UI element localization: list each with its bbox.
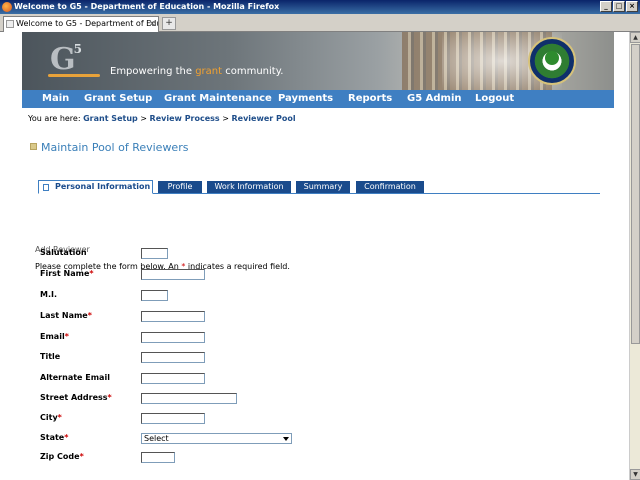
salutation-label: Salutation [40,248,87,257]
department-seal-icon [528,37,576,85]
salutation-input[interactable] [141,248,168,259]
breadcrumb-review-process[interactable]: Review Process [150,114,220,123]
minimize-button[interactable]: _ [600,1,612,12]
tab-profile[interactable]: Profile [158,181,202,193]
state-select-value: Select [144,434,169,443]
zip-code-label-text: Zip Code [40,452,80,461]
tab-work-information[interactable]: Work Information [207,181,291,193]
first-name-label-text: First Name [40,269,90,278]
g5-logo[interactable]: G5 [50,42,82,77]
title-input[interactable] [141,352,205,363]
browser-tab-label: Welcome to G5 - Department of Edu... [16,19,159,28]
email-label: Email* [40,332,69,341]
zip-code-required: * [79,452,84,461]
firefox-icon [2,2,12,12]
browser-tab[interactable]: Welcome to G5 - Department of Edu... × [3,16,159,32]
nav-payments[interactable]: Payments [278,90,333,108]
alternate-email-label: Alternate Email [40,373,110,382]
new-tab-button[interactable]: + [162,17,176,30]
street-address-label: Street Address* [40,393,112,402]
tab-summary[interactable]: Summary [296,181,350,193]
tagline-accent: grant [195,66,223,77]
scrollbar-thumb[interactable] [631,44,640,344]
street-address-required: * [107,393,112,402]
tab-personal-information-label: Personal Information [55,182,151,191]
city-label: City* [40,413,62,422]
site-banner: G5 Empowering the grant community. [22,32,614,90]
salutation-label-text: Salutation [40,248,87,257]
title-bullet-icon [30,143,37,150]
street-address-label-text: Street Address [40,393,108,402]
city-input[interactable] [141,413,205,424]
tagline-pre: Empowering the [110,66,196,77]
first-name-label: First Name* [40,269,94,278]
state-label: State* [40,433,68,442]
last-name-input[interactable] [141,311,205,322]
city-required: * [57,413,62,422]
scroll-down-icon[interactable]: ▼ [630,469,640,480]
dropdown-caret-icon [283,437,289,441]
state-select[interactable]: Select [141,433,292,444]
maximize-button[interactable]: □ [613,1,625,12]
seal-tree-icon [545,51,559,65]
last-name-label: Last Name* [40,311,92,320]
title-label: Title [40,352,60,361]
g5-swoosh-icon [48,74,100,77]
banner-tagline: Empowering the grant community. [110,66,283,77]
breadcrumb-separator: > [137,114,150,123]
browser-tab-strip: Welcome to G5 - Department of Edu... × + [0,14,640,32]
nav-logout[interactable]: Logout [475,90,514,108]
tab-confirmation[interactable]: Confirmation [356,181,424,193]
title-label-text: Title [40,352,61,361]
zip-code-label: Zip Code* [40,452,84,461]
g5-logo-sup: 5 [73,42,82,56]
main-nav: Main Grant Setup Grant Maintenance Payme… [22,90,614,108]
last-name-label-text: Last Name [40,311,88,320]
mi-label-text: M.I. [40,290,58,299]
tab-close-icon[interactable]: × [148,17,156,31]
page-title: Maintain Pool of Reviewers [41,141,189,154]
nav-grant-maintenance[interactable]: Grant Maintenance [164,90,272,108]
state-required: * [64,433,69,442]
nav-grant-setup[interactable]: Grant Setup [84,90,152,108]
nav-main[interactable]: Main [42,90,69,108]
alternate-email-input[interactable] [141,373,205,384]
breadcrumb-prefix: You are here: [28,114,81,123]
email-input[interactable] [141,332,205,343]
alternate-email-label-text: Alternate Email [40,373,110,382]
document-icon [43,184,49,191]
window-controls: _ □ × [599,1,638,13]
street-address-input[interactable] [141,393,237,404]
zip-code-input[interactable] [141,452,175,463]
mi-input[interactable] [141,290,168,301]
first-name-input[interactable] [141,269,205,280]
tagline-post: community. [222,66,284,77]
window-title-bar: Welcome to G5 - Department of Education … [0,0,640,14]
g5-logo-letter: G [50,42,76,77]
scroll-up-icon[interactable]: ▲ [630,32,640,43]
breadcrumb-grant-setup[interactable]: Grant Setup [83,114,138,123]
breadcrumb-separator: > [219,114,232,123]
last-name-required: * [87,311,92,320]
email-label-text: Email [40,332,65,341]
close-window-button[interactable]: × [626,1,638,12]
mi-label: M.I. [40,290,57,299]
breadcrumb: You are here: Grant Setup > Review Proce… [28,114,296,123]
page-viewport: G5 Empowering the grant community. Main … [0,32,629,480]
email-required: * [64,332,69,341]
city-label-text: City [40,413,58,422]
state-label-text: State [40,433,65,442]
page-favicon-icon [6,20,14,28]
breadcrumb-reviewer-pool[interactable]: Reviewer Pool [231,114,295,123]
first-name-required: * [89,269,94,278]
tab-personal-information[interactable]: Personal Information [38,180,153,194]
nav-g5-admin[interactable]: G5 Admin [407,90,462,108]
window-title: Welcome to G5 - Department of Education … [14,2,280,11]
form-tabs: Personal Information Profile Work Inform… [38,180,600,194]
vertical-scrollbar[interactable]: ▲ ▼ [629,32,640,480]
nav-reports[interactable]: Reports [348,90,392,108]
